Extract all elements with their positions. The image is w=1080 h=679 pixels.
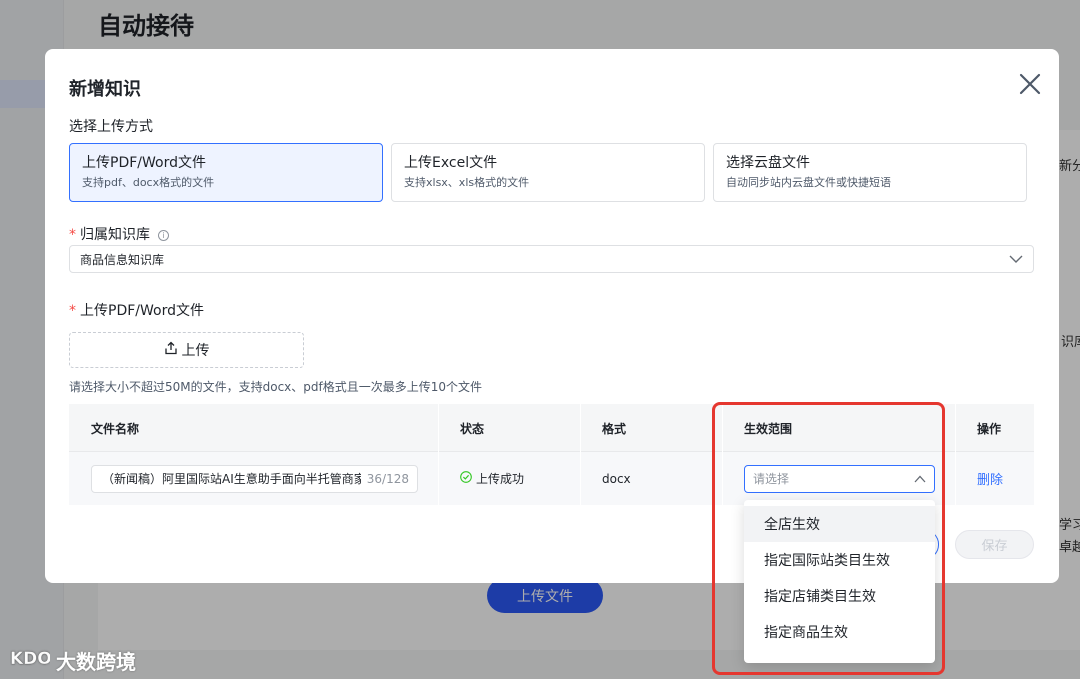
chevron-down-icon — [1009, 252, 1023, 266]
scope-option-intl-category[interactable]: 指定国际站类目生效 — [744, 542, 935, 578]
method-desc: 自动同步站内云盘文件或快捷短语 — [726, 176, 891, 189]
watermark-text: 大数跨境 — [56, 650, 136, 674]
table-header-row — [69, 404, 1034, 452]
method-card-cloud-disk[interactable]: 选择云盘文件 自动同步站内云盘文件或快捷短语 — [713, 143, 1027, 202]
scope-option-store-category[interactable]: 指定店铺类目生效 — [744, 578, 935, 614]
upload-file-label: * 上传PDF/Word文件 — [69, 300, 204, 320]
required-mark: * — [69, 303, 76, 319]
close-icon[interactable] — [1017, 71, 1043, 97]
upload-method-label: 选择上传方式 — [69, 119, 153, 135]
file-name-cell: （新闻稿）阿里国际站AI生意助手面向半托管商家 36/128 — [91, 452, 418, 505]
upload-hint: 请选择大小不超过50M的文件，支持docx、pdf格式且一次最多上传10个文件 — [69, 380, 483, 394]
knowledge-base-label: * 归属知识库 i — [69, 224, 169, 244]
status-text: 上传成功 — [476, 472, 525, 486]
char-count: 36/128 — [366, 471, 409, 486]
upload-icon — [164, 341, 178, 359]
upload-button-label: 上传 — [181, 343, 210, 359]
knowledge-base-select[interactable]: 商品信息知识库 — [69, 245, 1034, 273]
watermark-logo-icon: KDO — [10, 647, 52, 674]
header-action: 操作 — [977, 421, 1002, 436]
header-format: 格式 — [602, 421, 627, 436]
scope-dropdown: 全店生效 指定国际站类目生效 指定店铺类目生效 指定商品生效 — [744, 500, 935, 663]
method-title: 选择云盘文件 — [726, 155, 810, 171]
scope-select[interactable]: 请选择 — [744, 464, 935, 493]
delete-link[interactable]: 删除 — [977, 469, 1003, 488]
column-divider — [580, 404, 581, 505]
header-scope: 生效范围 — [744, 421, 793, 436]
scope-option-product[interactable]: 指定商品生效 — [744, 614, 935, 650]
status-cell: 上传成功 — [460, 452, 524, 505]
info-icon: i — [158, 230, 169, 241]
chevron-up-icon — [914, 472, 926, 486]
scope-option-all-store[interactable]: 全店生效 — [744, 506, 935, 542]
method-title: 上传Excel文件 — [404, 155, 498, 171]
method-desc: 支持xlsx、xls格式的文件 — [404, 176, 530, 189]
watermark: KDO 大数跨境 — [10, 646, 136, 675]
column-divider — [438, 404, 439, 505]
column-divider — [955, 404, 956, 505]
method-card-excel[interactable]: 上传Excel文件 支持xlsx、xls格式的文件 — [391, 143, 705, 202]
header-status: 状态 — [460, 421, 485, 436]
status-success: 上传成功 — [460, 470, 524, 487]
method-card-pdf-word[interactable]: 上传PDF/Word文件 支持pdf、docx格式的文件 — [69, 143, 383, 202]
modal-title: 新增知识 — [69, 79, 141, 100]
save-button[interactable]: 保存 — [955, 530, 1034, 559]
file-table: 文件名称 状态 格式 生效范围 操作 （新闻稿）阿里国际站AI生意助手面向半托管… — [69, 404, 1034, 505]
scope-cell: 请选择 — [744, 452, 935, 505]
action-cell: 删除 — [977, 452, 1003, 505]
column-divider — [722, 404, 723, 505]
scope-placeholder: 请选择 — [753, 472, 790, 486]
file-name-input[interactable]: （新闻稿）阿里国际站AI生意助手面向半托管商家 36/128 — [91, 464, 418, 493]
upload-file-label-text: 上传PDF/Word文件 — [80, 303, 204, 319]
knowledge-base-value: 商品信息知识库 — [80, 252, 165, 267]
knowledge-base-label-text: 归属知识库 — [80, 227, 150, 243]
method-desc: 支持pdf、docx格式的文件 — [82, 176, 215, 189]
check-circle-icon — [460, 471, 472, 486]
header-file-name: 文件名称 — [91, 421, 140, 436]
svg-text:KDO: KDO — [10, 649, 50, 669]
file-name-value: （新闻稿）阿里国际站AI生意助手面向半托管商家 — [102, 472, 361, 486]
format-cell: docx — [602, 471, 631, 486]
upload-button[interactable]: 上传 — [69, 332, 304, 368]
required-mark: * — [69, 227, 76, 243]
method-title: 上传PDF/Word文件 — [82, 155, 206, 171]
